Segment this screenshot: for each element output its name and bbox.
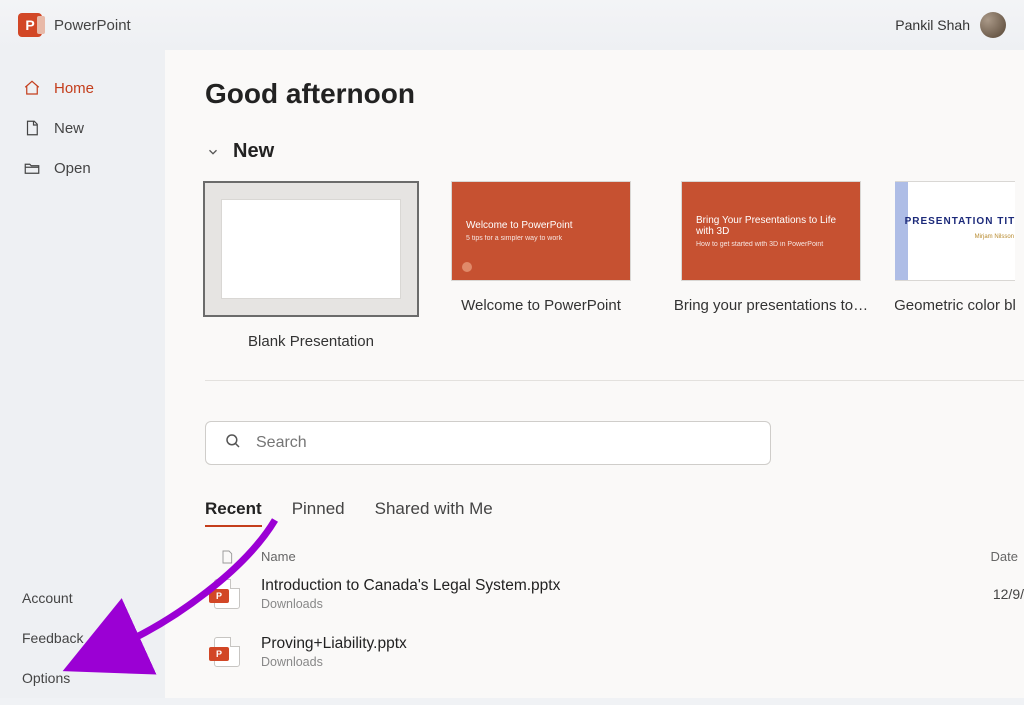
file-name: Proving+Liability.pptx [261, 635, 964, 653]
user-name: Pankil Shah [895, 17, 970, 33]
home-icon [22, 78, 42, 98]
search-icon [224, 432, 242, 455]
template-label: Bring your presentations to… [674, 297, 868, 314]
sidebar-item-home[interactable]: Home [0, 68, 165, 108]
sidebar-item-label: Open [54, 160, 91, 177]
powerpoint-file-icon: P [214, 579, 240, 609]
search-input[interactable] [256, 434, 752, 452]
file-name: Introduction to Canada's Legal System.pp… [261, 577, 964, 595]
powerpoint-app-icon: P [18, 13, 42, 37]
tab-shared[interactable]: Shared with Me [375, 499, 493, 527]
file-row[interactable]: P Introduction to Canada's Legal System.… [205, 565, 1024, 623]
sidebar-item-account[interactable]: Account [0, 578, 165, 618]
template-welcome[interactable]: Welcome to PowerPoint 5 tips for a simpl… [435, 181, 647, 350]
template-3d[interactable]: Bring Your Presentations to Life with 3D… [665, 181, 877, 350]
template-label: Geometric color bl [895, 297, 1015, 314]
template-geometric[interactable]: PRESENTATION TITLE Mirjam Nilsson Geomet… [895, 181, 1015, 350]
new-file-icon [22, 118, 42, 138]
column-name[interactable]: Name [249, 549, 964, 565]
file-date: 12/9/ [964, 586, 1024, 602]
file-location: Downloads [261, 655, 964, 669]
user-area[interactable]: Pankil Shah [895, 12, 1006, 38]
sidebar-item-open[interactable]: Open [0, 148, 165, 188]
template-label: Blank Presentation [248, 333, 374, 350]
file-tabs: Recent Pinned Shared with Me [205, 499, 1024, 527]
sidebar-bottom: Account Feedback Options [0, 578, 165, 698]
sidebar-item-label: Options [22, 670, 70, 686]
sidebar-item-new[interactable]: New [0, 108, 165, 148]
section-new[interactable]: New [205, 140, 1024, 163]
file-row[interactable]: P Proving+Liability.pptx Downloads [205, 623, 1024, 681]
sidebar: Home New Open Account Feedback Options [0, 50, 165, 698]
template-row: Blank Presentation Welcome to PowerPoint… [205, 181, 1024, 381]
sidebar-item-label: Account [22, 590, 73, 606]
chevron-down-icon [205, 144, 221, 160]
title-bar: P PowerPoint Pankil Shah [0, 0, 1024, 50]
app-title: PowerPoint [54, 17, 131, 34]
file-list-header: Name Date [205, 549, 1024, 565]
sidebar-item-label: New [54, 120, 84, 137]
search-box[interactable] [205, 421, 771, 465]
tab-recent[interactable]: Recent [205, 499, 262, 527]
tab-pinned[interactable]: Pinned [292, 499, 345, 527]
powerpoint-file-icon: P [214, 637, 240, 667]
column-date[interactable]: Date [964, 549, 1024, 565]
avatar[interactable] [980, 12, 1006, 38]
sidebar-item-feedback[interactable]: Feedback [0, 618, 165, 658]
section-title: New [233, 140, 274, 163]
greeting-heading: Good afternoon [205, 78, 1024, 110]
file-location: Downloads [261, 597, 964, 611]
sidebar-item-label: Home [54, 80, 94, 97]
file-type-column-icon[interactable] [205, 549, 249, 565]
main-content: Good afternoon New Blank Presentation We… [165, 50, 1024, 698]
open-folder-icon [22, 158, 42, 178]
template-blank-presentation[interactable]: Blank Presentation [205, 181, 417, 350]
sidebar-item-options[interactable]: Options [0, 658, 165, 698]
template-label: Welcome to PowerPoint [461, 297, 621, 314]
sidebar-item-label: Feedback [22, 630, 83, 646]
